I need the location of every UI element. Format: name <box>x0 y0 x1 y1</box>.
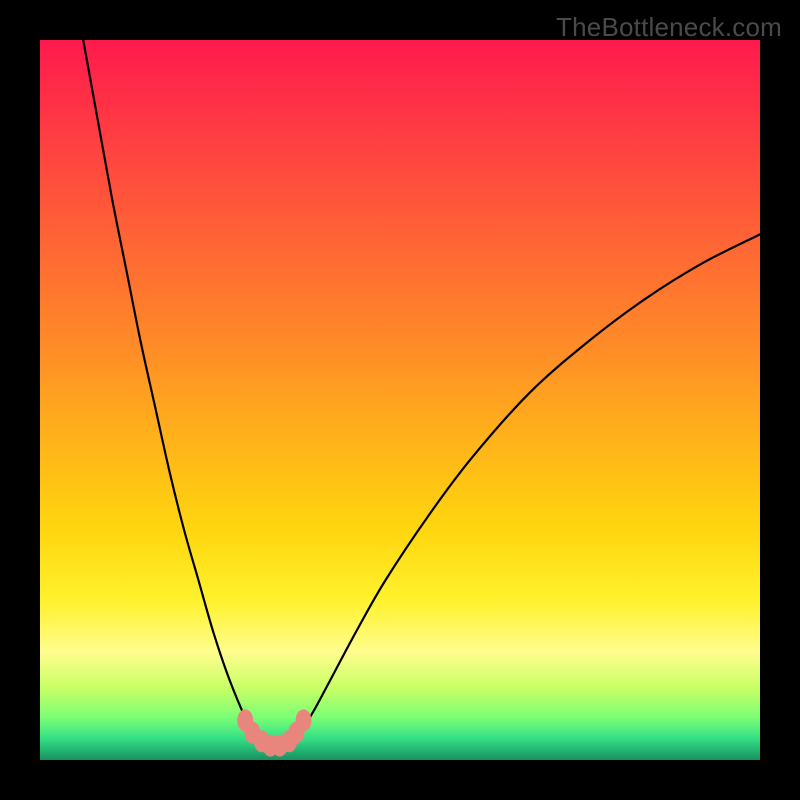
chart-frame: TheBottleneck.com <box>0 0 800 800</box>
watermark-text: TheBottleneck.com <box>556 12 782 43</box>
plot-area <box>40 40 760 760</box>
left-curve-path <box>83 40 270 749</box>
marker-group <box>237 709 311 756</box>
right-curve-path <box>285 234 760 749</box>
marker-point <box>296 709 312 731</box>
curve-svg <box>40 40 760 760</box>
